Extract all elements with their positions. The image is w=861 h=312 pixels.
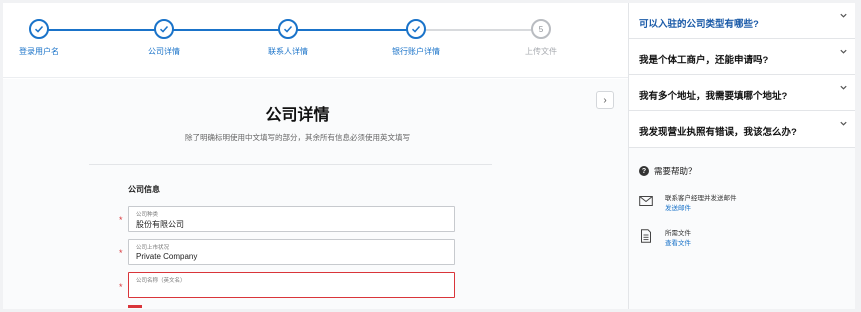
help-title-text: 需要帮助？ — [654, 166, 697, 176]
step-number: 5 — [531, 19, 551, 39]
envelope-icon — [639, 196, 653, 206]
help-item-title: 所需文件 — [665, 230, 691, 237]
field-label: 公司上市状况 — [136, 245, 170, 251]
step-label: 登录用户名 — [19, 47, 59, 56]
main-panel: 登录用户名 公司详情 联系人详情 银行账户详情 5 上传文件 › 公司详情 除了… — [3, 3, 628, 309]
step-upload-files[interactable]: 5 上传文件 — [496, 19, 586, 57]
faq-question: 可以入驻的公司类型有哪些? — [639, 19, 759, 30]
field-value: Private Company — [136, 252, 198, 261]
faq-question: 我是个体工商户，还能申请吗? — [639, 55, 769, 66]
divider — [89, 164, 492, 165]
step-contact-details[interactable]: 联系人详情 — [243, 19, 333, 57]
faq-item-sole-proprietor[interactable]: 我是个体工商户，还能申请吗? — [629, 39, 855, 75]
help-sidebar: 可以入驻的公司类型有哪些? 我是个体工商户，还能申请吗? 我有多个地址，我需要填… — [628, 3, 855, 309]
chevron-right-icon: › — [603, 94, 607, 106]
step-label: 上传文件 — [525, 47, 557, 56]
required-asterisk: * — [119, 215, 123, 225]
faq-item-company-types[interactable]: 可以入驻的公司类型有哪些? — [629, 3, 855, 39]
check-icon — [406, 19, 426, 39]
faq-item-multiple-addresses[interactable]: 我有多个地址，我需要填哪个地址? — [629, 75, 855, 111]
send-email-link[interactable]: 发送邮件 — [665, 202, 691, 212]
help-item-title: 联系客户经理并发送邮件 — [665, 195, 737, 202]
required-asterisk: * — [119, 248, 123, 258]
check-icon — [154, 19, 174, 39]
check-icon — [278, 19, 298, 39]
chevron-down-icon — [840, 49, 847, 54]
expand-sidebar-button[interactable]: › — [596, 91, 614, 109]
listing-status-select[interactable]: 公司上市状况 Private Company — [128, 239, 455, 265]
required-asterisk: * — [119, 282, 123, 292]
view-files-link[interactable]: 查看文件 — [665, 237, 691, 247]
progress-stepper: 登录用户名 公司详情 联系人详情 银行账户详情 5 上传文件 — [3, 3, 628, 78]
field-value: 股份有限公司 — [136, 220, 184, 229]
step-label: 公司详情 — [148, 47, 180, 56]
step-label: 联系人详情 — [268, 47, 308, 56]
step-label: 银行账户详情 — [392, 47, 440, 56]
document-icon — [641, 229, 651, 243]
help-section: ? 需要帮助？ 联系客户经理并发送邮件 发送邮件 所需文件 查看文件 — [629, 148, 855, 309]
step-login[interactable]: 登录用户名 — [3, 19, 84, 57]
check-icon — [29, 19, 49, 39]
question-mark-icon: ? — [639, 166, 649, 176]
page-title: 公司详情 — [265, 107, 330, 124]
chevron-down-icon — [840, 85, 847, 90]
app-frame: 登录用户名 公司详情 联系人详情 银行账户详情 5 上传文件 › 公司详情 除了… — [3, 3, 855, 309]
faq-question: 我有多个地址，我需要填哪个地址? — [639, 91, 788, 102]
page-subtitle: 除了明确标明使用中文填写的部分，其余所有信息必须使用英文填写 — [185, 133, 410, 142]
step-bank-details[interactable]: 银行账户详情 — [371, 19, 461, 57]
error-indicator — [128, 305, 142, 308]
stepper-line-complete — [38, 29, 411, 31]
chevron-down-icon — [840, 13, 847, 18]
faq-item-license-error[interactable]: 我发现营业执照有错误，我该怎么办? — [629, 111, 855, 148]
section-title: 公司信息 — [128, 185, 160, 194]
field-label: 公司名称（英文名） — [136, 278, 186, 284]
company-english-name-input[interactable]: 公司名称（英文名） — [128, 272, 455, 298]
chevron-down-icon — [840, 121, 847, 126]
company-type-select[interactable]: 公司种类 股份有限公司 — [128, 206, 455, 232]
step-company-details[interactable]: 公司详情 — [119, 19, 209, 57]
field-label: 公司种类 — [136, 212, 159, 218]
help-title: ? 需要帮助？ — [639, 165, 697, 177]
faq-question: 我发现营业执照有错误，我该怎么办? — [639, 127, 797, 138]
